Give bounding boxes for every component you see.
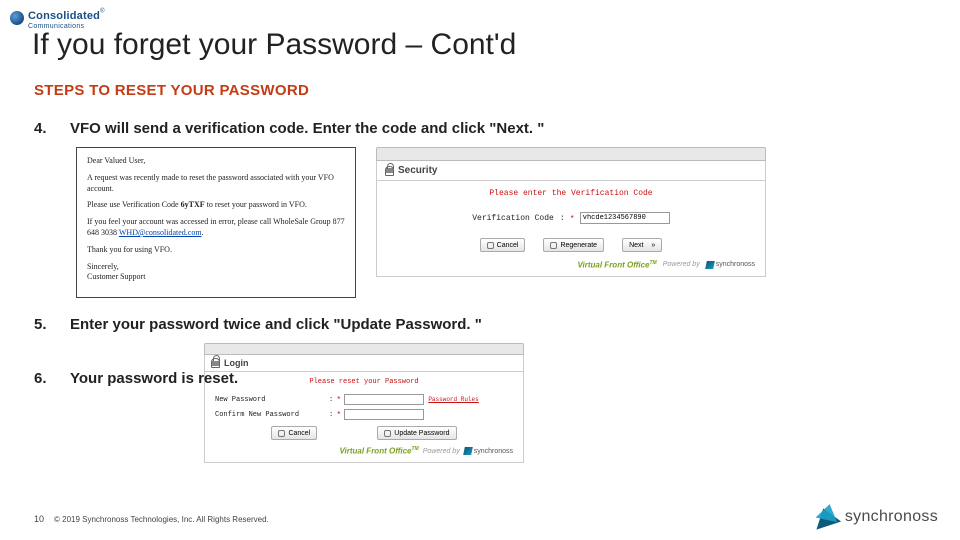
page-number: 10 bbox=[34, 514, 44, 524]
login-titlebar bbox=[204, 343, 524, 355]
synchronoss-mini-logo: synchronoss bbox=[706, 261, 755, 269]
required-marker: * bbox=[571, 214, 574, 223]
login-body: Please reset your Password New Password … bbox=[204, 372, 524, 463]
synchronoss-logo-icon bbox=[813, 504, 839, 530]
login-header-text: Login bbox=[224, 358, 249, 368]
consolidated-logo-icon bbox=[10, 11, 24, 25]
security-footer: Virtual Front OfficeTM Powered by synchr… bbox=[387, 260, 755, 270]
confirm-password-input[interactable] bbox=[344, 409, 424, 420]
vfo-brand: Virtual Front OfficeTM bbox=[339, 446, 418, 456]
step-6-number: 6. bbox=[34, 370, 52, 387]
security-body: Please enter the Verification Code Verif… bbox=[376, 181, 766, 277]
new-password-row: New Password : * Password Rules bbox=[215, 394, 513, 405]
step-5-number: 5. bbox=[34, 316, 52, 333]
consolidated-logo-text: Consolidated® Communications bbox=[28, 6, 105, 30]
login-cancel-button[interactable]: Cancel bbox=[271, 426, 317, 440]
security-form: Verification Code : * bbox=[387, 212, 755, 224]
steps-container: 4. VFO will send a verification code. En… bbox=[34, 120, 930, 463]
step-5: 5. Enter your password twice and click "… bbox=[34, 316, 930, 333]
next-arrow-icon: » bbox=[651, 242, 655, 249]
login-buttons: Cancel Update Password bbox=[215, 426, 513, 440]
security-titlebar bbox=[376, 147, 766, 161]
verification-email-panel: Dear Valued User, A request was recently… bbox=[76, 147, 356, 298]
email-code: 6yTXF bbox=[181, 200, 205, 209]
email-line4: Thank you for using VFO. bbox=[87, 245, 345, 256]
cancel-icon bbox=[487, 242, 494, 249]
new-password-label: New Password bbox=[215, 396, 325, 404]
email-line2: Please use Verification Code 6yTXF to re… bbox=[87, 200, 345, 211]
regenerate-icon bbox=[550, 242, 557, 249]
step-4-number: 4. bbox=[34, 120, 52, 137]
security-panel: Security Please enter the Verification C… bbox=[376, 147, 766, 298]
step-4-panels: Dear Valued User, A request was recently… bbox=[76, 147, 930, 298]
page-title: If you forget your Password – Cont'd bbox=[32, 28, 516, 62]
confirm-password-row: Confirm New Password : * bbox=[215, 409, 513, 420]
slide: Consolidated® Communications If you forg… bbox=[0, 0, 960, 540]
step-6-text: Your password is reset. bbox=[70, 370, 238, 387]
regenerate-button[interactable]: Regenerate bbox=[543, 238, 604, 252]
password-rules-link[interactable]: Password Rules bbox=[428, 396, 478, 403]
email-greeting: Dear Valued User, bbox=[87, 156, 345, 167]
logo-line1: Consolidated bbox=[28, 10, 100, 22]
step-4-text: VFO will send a verification code. Enter… bbox=[70, 120, 544, 137]
update-password-button[interactable]: Update Password bbox=[377, 426, 456, 440]
logo-tm: ® bbox=[100, 9, 104, 15]
email-sig: Sincerely, Customer Support bbox=[87, 262, 345, 284]
security-buttons: Cancel Regenerate Next » bbox=[387, 238, 755, 252]
verification-code-input[interactable] bbox=[580, 212, 670, 224]
step-4: 4. VFO will send a verification code. En… bbox=[34, 120, 930, 137]
powered-by-label: Powered by bbox=[663, 261, 700, 268]
cancel-icon bbox=[278, 430, 285, 437]
consolidated-logo: Consolidated® Communications bbox=[10, 6, 105, 30]
confirm-password-label: Confirm New Password bbox=[215, 411, 325, 419]
email-line1: A request was recently made to reset the… bbox=[87, 173, 345, 195]
cancel-button[interactable]: Cancel bbox=[480, 238, 526, 252]
synchronoss-mini-icon bbox=[705, 261, 715, 269]
vfo-brand: Virtual Front OfficeTM bbox=[577, 260, 656, 270]
synchronoss-mini-icon bbox=[463, 447, 473, 455]
step-5-text: Enter your password twice and click "Upd… bbox=[70, 316, 482, 333]
synchronoss-logo: synchronoss bbox=[813, 504, 938, 530]
update-icon bbox=[384, 430, 391, 437]
step-6: 6. Your password is reset. bbox=[34, 370, 238, 387]
synchronoss-mini-logo: synchronoss bbox=[464, 447, 513, 455]
login-footer: Virtual Front OfficeTM Powered by synchr… bbox=[215, 446, 513, 456]
security-prompt: Please enter the Verification Code bbox=[387, 189, 755, 198]
copyright: © 2019 Synchronoss Technologies, Inc. Al… bbox=[54, 515, 269, 524]
page-subtitle: STEPS TO RESET YOUR PASSWORD bbox=[34, 82, 309, 99]
login-header: Login bbox=[204, 355, 524, 372]
lock-icon bbox=[385, 166, 394, 176]
lock-icon bbox=[211, 358, 220, 368]
security-header-text: Security bbox=[398, 165, 437, 176]
powered-by-label: Powered by bbox=[423, 448, 460, 455]
verification-code-label: Verification Code bbox=[472, 214, 554, 223]
next-button[interactable]: Next » bbox=[622, 238, 662, 252]
synchronoss-logo-text: synchronoss bbox=[845, 508, 938, 526]
new-password-input[interactable] bbox=[344, 394, 424, 405]
login-prompt: Please reset your Password bbox=[215, 378, 513, 386]
security-header: Security bbox=[376, 161, 766, 181]
email-line3: If you feel your account was accessed in… bbox=[87, 217, 345, 239]
email-support-link[interactable]: WHD@consolidated.com bbox=[119, 228, 202, 237]
login-panel: Login Please reset your Password New Pas… bbox=[204, 343, 524, 463]
